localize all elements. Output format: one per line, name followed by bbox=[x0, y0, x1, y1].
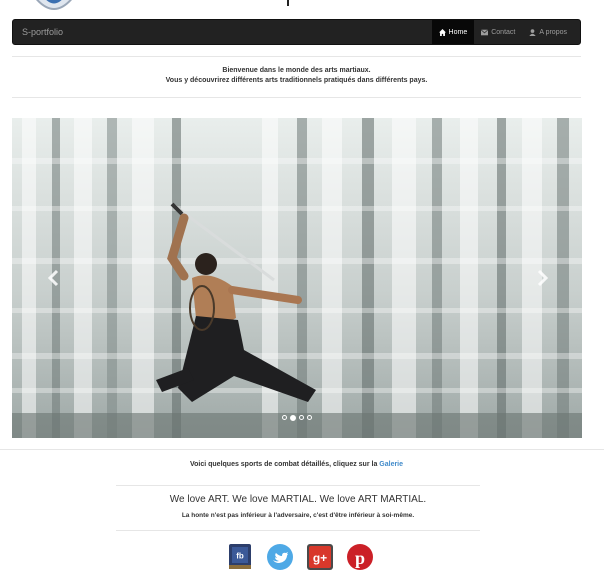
nav-item-home[interactable]: Home bbox=[431, 20, 475, 44]
gallery-link[interactable]: Galerie bbox=[379, 461, 403, 468]
welcome-line-1: Bienvenue dans le monde des arts martiau… bbox=[222, 67, 371, 74]
header-logo-area bbox=[0, 0, 604, 18]
pinterest-icon[interactable]: p bbox=[346, 543, 374, 571]
user-icon bbox=[529, 28, 537, 36]
navbar-brand[interactable]: S-portfolio bbox=[22, 27, 63, 37]
welcome-line-2: Vous y découvrirez différents arts tradi… bbox=[165, 77, 428, 84]
shield-logo-icon bbox=[36, 0, 72, 10]
top-navbar: S-portfolio Home Contact A propos bbox=[12, 19, 581, 45]
carousel-prev-arrow-icon[interactable] bbox=[44, 268, 64, 288]
nav-item-contact[interactable]: Contact bbox=[474, 20, 522, 44]
home-icon bbox=[438, 28, 446, 36]
divider bbox=[116, 530, 480, 531]
welcome-message: Bienvenue dans le monde des arts martiau… bbox=[12, 66, 581, 86]
image-carousel bbox=[12, 118, 582, 438]
facebook-icon[interactable]: fb bbox=[226, 543, 254, 571]
carousel-indicator[interactable] bbox=[299, 415, 304, 420]
divider bbox=[12, 97, 581, 98]
nav-item-label: Home bbox=[448, 28, 468, 36]
twitter-icon[interactable] bbox=[266, 543, 294, 571]
google-plus-icon[interactable]: g+ bbox=[306, 543, 334, 571]
svg-text:fb: fb bbox=[236, 552, 244, 561]
social-links: fb g+ p bbox=[226, 543, 374, 571]
carousel-indicator[interactable] bbox=[307, 415, 312, 420]
nav-item-label: A propos bbox=[539, 28, 567, 36]
carousel-next-arrow-icon[interactable] bbox=[532, 268, 552, 288]
carousel-indicator[interactable] bbox=[282, 415, 287, 420]
motto-subtext: La honte n'est pas inférieur à l'adversa… bbox=[181, 512, 415, 519]
motto-heading: We love ART. We love MARTIAL. We love AR… bbox=[169, 494, 427, 505]
svg-text:p: p bbox=[355, 548, 365, 568]
nav-item-label: Contact bbox=[491, 28, 516, 36]
carousel-indicator-active[interactable] bbox=[290, 414, 296, 421]
divider bbox=[0, 449, 604, 450]
envelope-icon bbox=[481, 28, 489, 35]
title-glyph-fragment bbox=[287, 0, 289, 6]
nav-item-apropos[interactable]: A propos bbox=[522, 20, 574, 44]
carousel-indicators bbox=[282, 414, 312, 421]
divider bbox=[116, 485, 480, 486]
carousel-slide-image bbox=[12, 118, 582, 438]
navbar-menu: Home Contact A propos bbox=[431, 20, 574, 44]
gallery-invite: Voici quelques sports de combat détaillé… bbox=[12, 461, 581, 468]
divider bbox=[12, 56, 581, 57]
svg-text:g+: g+ bbox=[313, 551, 327, 565]
gallery-invite-text: Voici quelques sports de combat détaillé… bbox=[189, 461, 380, 468]
